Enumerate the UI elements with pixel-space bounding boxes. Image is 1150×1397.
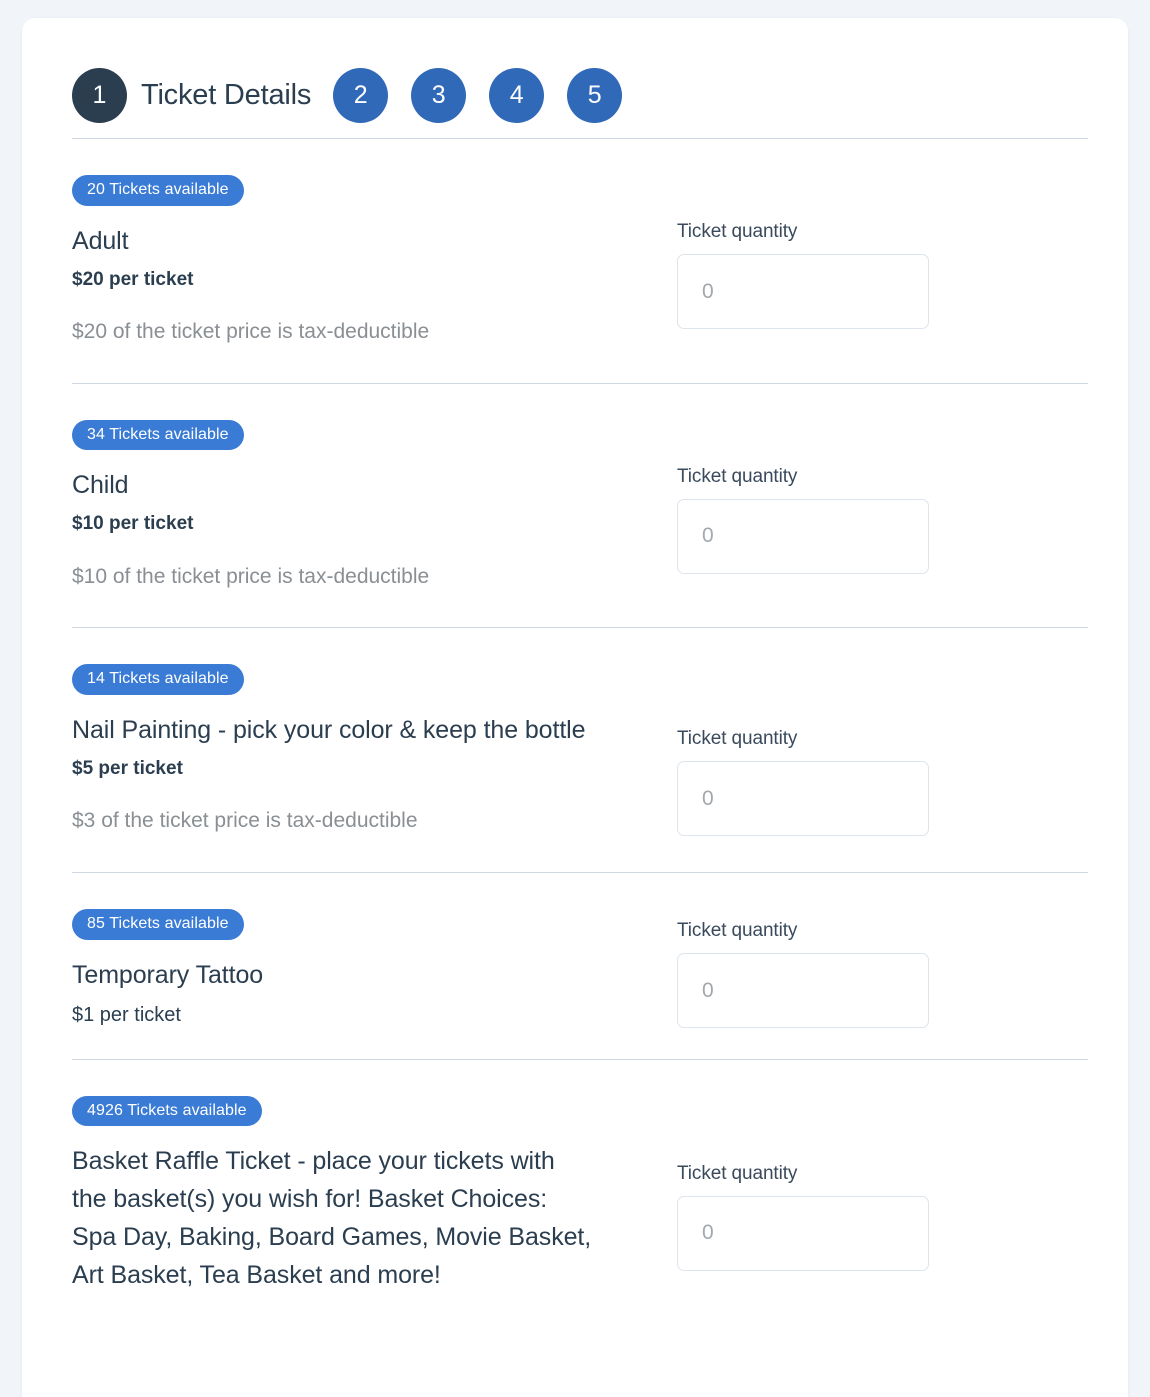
availability-badge: 34 Tickets available: [72, 419, 244, 451]
availability-badge: 20 Tickets available: [72, 175, 244, 206]
page-title: Ticket Details: [141, 78, 312, 111]
ticket-quantity-label: Ticket quantity: [677, 728, 798, 750]
step-indicator-5-label: 5: [587, 80, 602, 109]
ticket-quantity-group: Ticket quantity: [632, 908, 1088, 1029]
ticket-quantity-input[interactable]: [677, 1195, 929, 1271]
ticket-quantity-label: Ticket quantity: [677, 920, 798, 942]
availability-badge: 4926 Tickets available: [72, 1095, 262, 1127]
ticket-quantity-label: Ticket quantity: [677, 465, 798, 487]
ticket-details-card: 1 Ticket Details 2 3 4 5 20 Tickets avai…: [22, 18, 1128, 1397]
step-indicator-4[interactable]: 4: [489, 67, 545, 123]
ticket-row: 4926 Tickets available Basket Raffle Tic…: [22, 1060, 1128, 1295]
availability-badge: 85 Tickets available: [72, 909, 244, 940]
step-indicator-1[interactable]: 1: [72, 67, 127, 123]
ticket-info: 20 Tickets available Adult $20 per ticke…: [72, 174, 632, 347]
ticket-name: Temporary Tattoo: [72, 960, 264, 989]
ticket-row: 14 Tickets available Nail Painting - pic…: [22, 628, 1128, 872]
step-indicator-3-label: 3: [431, 80, 446, 109]
ticket-quantity-input[interactable]: [677, 953, 929, 1029]
ticket-quantity-label: Ticket quantity: [677, 221, 798, 242]
ticket-tax-note: $10 of the ticket price is tax-deductibl…: [72, 564, 430, 588]
ticket-row: 85 Tickets available Temporary Tattoo $1…: [22, 873, 1128, 1059]
ticket-name: Child: [72, 471, 129, 500]
ticket-tax-note: $3 of the ticket price is tax-deductible: [72, 809, 418, 833]
ticket-row: 20 Tickets available Adult $20 per ticke…: [22, 139, 1128, 383]
ticket-info: 34 Tickets available Child $10 per ticke…: [72, 419, 632, 592]
ticket-quantity-group: Ticket quantity: [632, 419, 1088, 574]
ticket-quantity-group: Ticket quantity: [632, 663, 1088, 837]
step-indicator-2[interactable]: 2: [333, 67, 389, 123]
checkout-stepper: 1 Ticket Details 2 3 4 5: [22, 18, 1128, 138]
step-indicator-2-label: 2: [353, 80, 368, 109]
ticket-quantity-input[interactable]: [677, 761, 929, 837]
ticket-name: Nail Painting - pick your color & keep t…: [72, 715, 586, 744]
ticket-quantity-group: Ticket quantity: [632, 1095, 1088, 1271]
ticket-quantity-input[interactable]: [677, 254, 929, 329]
ticket-quantity-label: Ticket quantity: [677, 1162, 798, 1184]
step-indicator-1-label: 1: [92, 80, 107, 109]
ticket-quantity-input[interactable]: [677, 498, 929, 574]
availability-badge: 14 Tickets available: [72, 664, 244, 695]
step-indicator-3[interactable]: 3: [411, 67, 467, 123]
ticket-price: $5 per ticket: [72, 757, 183, 779]
ticket-row: 34 Tickets available Child $10 per ticke…: [22, 384, 1128, 628]
ticket-price: $1 per ticket: [72, 1003, 181, 1026]
ticket-info: 4926 Tickets available Basket Raffle Tic…: [72, 1095, 632, 1295]
step-indicator-5[interactable]: 5: [567, 67, 623, 123]
step-indicator-4-label: 4: [509, 80, 524, 109]
ticket-price: $20 per ticket: [72, 268, 194, 290]
ticket-price: $10 per ticket: [72, 513, 194, 535]
ticket-info: 85 Tickets available Temporary Tattoo $1…: [72, 908, 632, 1029]
ticket-info: 14 Tickets available Nail Painting - pic…: [72, 663, 632, 836]
ticket-name: Adult: [72, 226, 129, 255]
ticket-tax-note: $20 of the ticket price is tax-deductibl…: [72, 320, 430, 344]
page-root: 1 Ticket Details 2 3 4 5 20 Tickets avai…: [0, 0, 1150, 1397]
ticket-name: Basket Raffle Ticket - place your ticket…: [72, 1147, 592, 1290]
ticket-quantity-group: Ticket quantity: [632, 174, 1088, 329]
